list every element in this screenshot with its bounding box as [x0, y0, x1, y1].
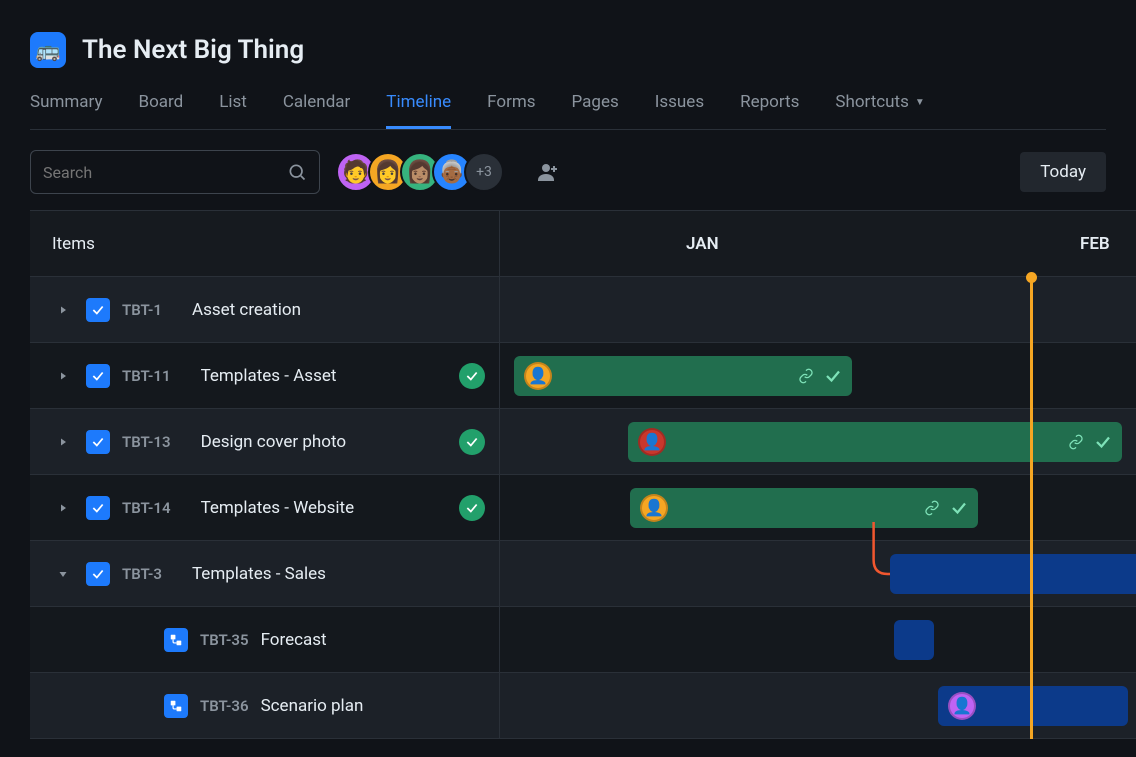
issue-key[interactable]: TBT-14: [122, 499, 171, 517]
timeline-bar[interactable]: [890, 554, 1136, 594]
tab-list[interactable]: List: [219, 92, 247, 129]
assignee-avatar[interactable]: 👤: [640, 494, 668, 522]
issue-title[interactable]: Scenario plan: [261, 696, 364, 716]
issue-title[interactable]: Design cover photo: [201, 432, 347, 452]
month-label: FEB: [1080, 234, 1110, 254]
page-title: The Next Big Thing: [82, 35, 304, 65]
timeline-bar[interactable]: 👤: [628, 422, 1122, 462]
tab-summary[interactable]: Summary: [30, 92, 102, 129]
issue-type-icon: [86, 562, 110, 586]
issue-key[interactable]: TBT-1: [122, 301, 162, 319]
timeline-row: TBT-3 Templates - Sales: [30, 541, 1136, 607]
link-icon[interactable]: [924, 500, 940, 516]
tab-board[interactable]: Board: [138, 92, 183, 129]
timeline-row: TBT-13 Design cover photo 👤: [30, 409, 1136, 475]
issue-type-icon: [86, 496, 110, 520]
search-input[interactable]: [43, 163, 287, 182]
expand-toggle[interactable]: [52, 304, 74, 316]
expand-toggle[interactable]: [52, 436, 74, 448]
issue-key[interactable]: TBT-13: [122, 433, 171, 451]
assignee-avatar[interactable]: 👤: [948, 692, 976, 720]
status-done-icon: [459, 429, 485, 455]
timeline-bar[interactable]: 👤: [514, 356, 852, 396]
check-icon: [950, 499, 968, 517]
issue-title[interactable]: Templates - Website: [201, 498, 355, 518]
nav-tabs: Summary Board List Calendar Timeline Forms Pag…: [30, 92, 1106, 130]
tab-calendar[interactable]: Calendar: [283, 92, 350, 129]
timeline-row: TBT-35 Forecast: [30, 607, 1136, 673]
project-icon: 🚌: [30, 32, 66, 68]
timeline-row: TBT-1 Asset creation: [30, 277, 1136, 343]
link-icon[interactable]: [1068, 434, 1084, 450]
month-label: JAN: [686, 234, 719, 254]
avatar-overflow[interactable]: +3: [464, 152, 504, 192]
issue-type-icon: [86, 364, 110, 388]
tab-shortcuts[interactable]: Shortcuts▼: [835, 92, 924, 129]
issue-type-icon: [86, 298, 110, 322]
timeline-row: TBT-14 Templates - Website 👤: [30, 475, 1136, 541]
avatar-stack: 🧑 👩 👩🏽 👵🏾 +3: [336, 152, 504, 192]
issue-key[interactable]: TBT-11: [122, 367, 171, 385]
expand-toggle[interactable]: [52, 370, 74, 382]
tab-issues[interactable]: Issues: [655, 92, 704, 129]
check-icon: [824, 367, 842, 385]
tab-reports[interactable]: Reports: [740, 92, 799, 129]
link-icon[interactable]: [798, 368, 814, 384]
timeline-bar[interactable]: 👤: [938, 686, 1128, 726]
issue-title[interactable]: Forecast: [261, 630, 327, 650]
tab-forms[interactable]: Forms: [487, 92, 535, 129]
search-icon: [287, 162, 307, 182]
subtask-icon: [164, 628, 188, 652]
tab-timeline[interactable]: Timeline: [386, 92, 451, 129]
check-icon: [1094, 433, 1112, 451]
tab-pages[interactable]: Pages: [572, 92, 619, 129]
issue-title[interactable]: Templates - Asset: [201, 366, 337, 386]
timeline-header: JAN FEB: [500, 211, 1136, 276]
today-button[interactable]: Today: [1020, 152, 1106, 192]
timeline-bar[interactable]: 👤: [630, 488, 978, 528]
assignee-avatar[interactable]: 👤: [524, 362, 552, 390]
subtask-icon: [164, 694, 188, 718]
issue-type-icon: [86, 430, 110, 454]
issue-key[interactable]: TBT-35: [200, 631, 249, 649]
search-input-wrapper[interactable]: [30, 150, 320, 194]
status-done-icon: [459, 363, 485, 389]
expand-toggle[interactable]: [52, 568, 74, 580]
assignee-avatar[interactable]: 👤: [638, 428, 666, 456]
add-user-icon: [536, 160, 560, 184]
issue-title[interactable]: Asset creation: [192, 300, 301, 320]
issue-key[interactable]: TBT-36: [200, 697, 249, 715]
timeline-bar[interactable]: [894, 620, 934, 660]
status-done-icon: [459, 495, 485, 521]
timeline-row: TBT-36 Scenario plan 👤: [30, 673, 1136, 739]
issue-key[interactable]: TBT-3: [122, 565, 162, 583]
timeline-row: TBT-11 Templates - Asset 👤: [30, 343, 1136, 409]
add-user-button[interactable]: [528, 152, 568, 192]
issue-title[interactable]: Templates - Sales: [192, 564, 326, 584]
items-column-header: Items: [30, 211, 500, 276]
chevron-down-icon: ▼: [915, 97, 925, 108]
expand-toggle[interactable]: [52, 502, 74, 514]
